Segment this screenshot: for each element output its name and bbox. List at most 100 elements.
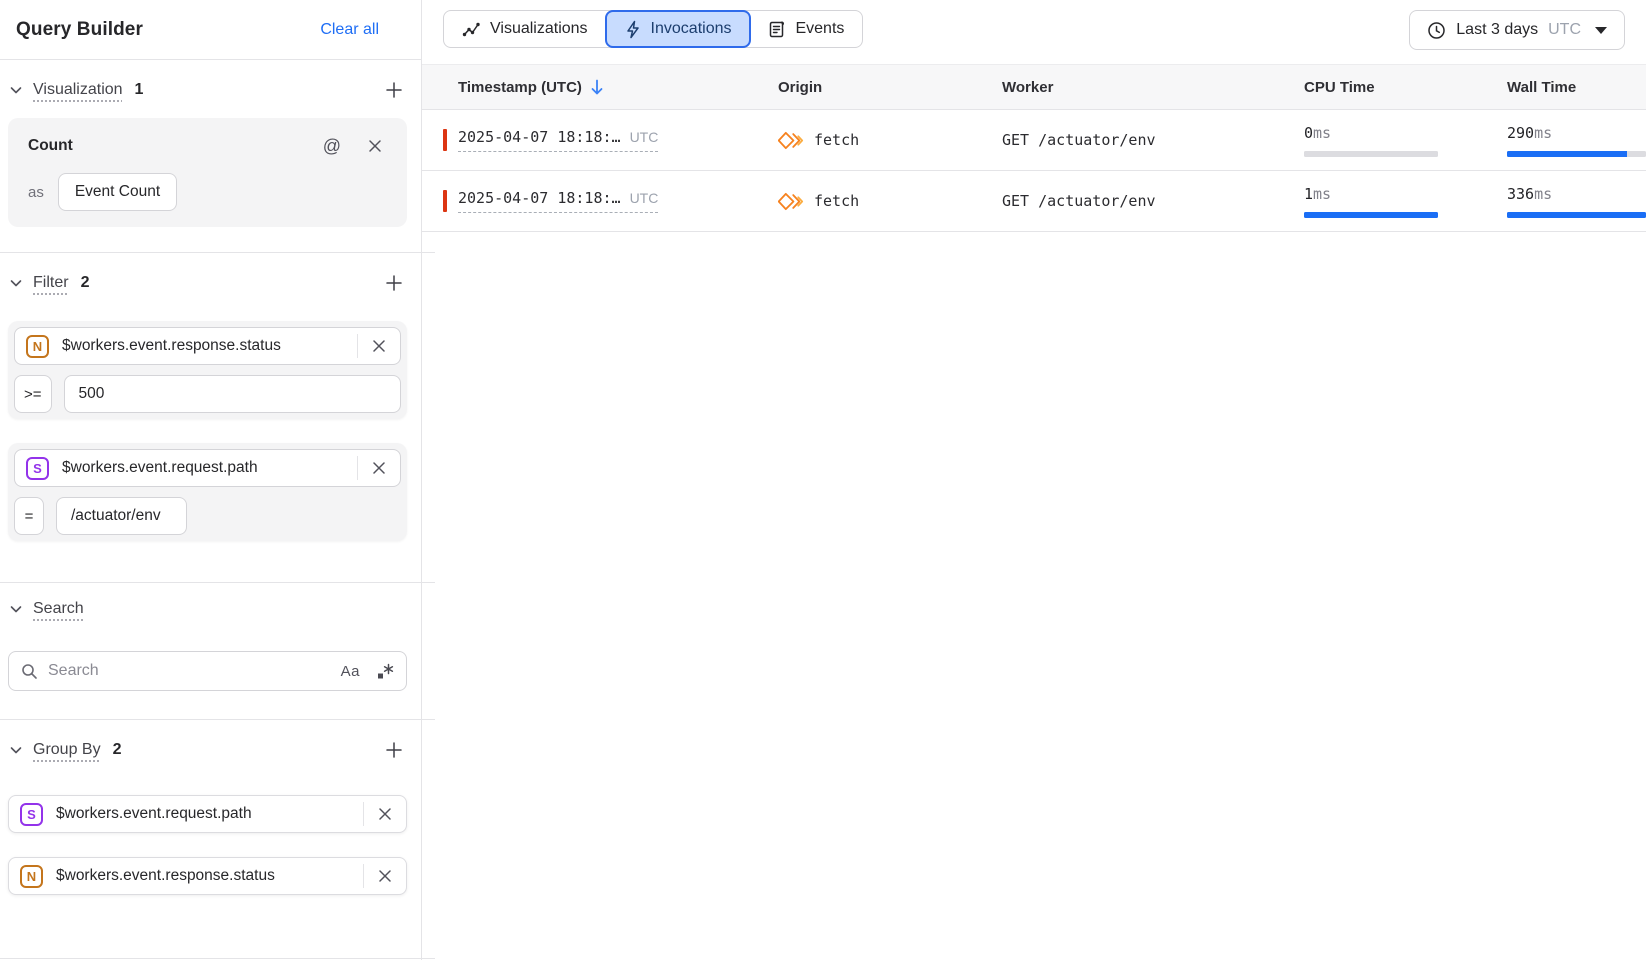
filter-count: 2 <box>81 274 90 292</box>
cpu-time-value: 1 <box>1304 185 1313 203</box>
column-header-worker[interactable]: Worker <box>1002 79 1304 96</box>
workers-fetch-icon <box>778 190 804 213</box>
results-panel: Visualizations Invocations Events <box>422 0 1646 960</box>
at-icon[interactable]: @ <box>323 136 341 157</box>
wall-time-bar <box>1507 212 1646 218</box>
chevron-down-icon[interactable] <box>8 742 24 758</box>
visualization-count: 1 <box>135 81 144 99</box>
filter-field-selector[interactable]: N $workers.event.response.status <box>14 327 401 365</box>
filter-label[interactable]: Filter <box>33 274 69 292</box>
add-visualization-button[interactable] <box>381 77 407 103</box>
time-range-zone: UTC <box>1548 21 1581 39</box>
column-header-timestamp[interactable]: Timestamp (UTC) <box>422 79 778 96</box>
wall-time-cell: 290ms <box>1507 124 1646 157</box>
timestamp-link[interactable]: 2025-04-07 18:18:… UTC <box>458 128 658 152</box>
chevron-down-icon[interactable] <box>8 275 24 291</box>
filter-operator[interactable]: >= <box>14 375 52 413</box>
timestamp: 2025-04-07 18:18:… <box>458 189 621 207</box>
trend-line-icon <box>462 20 481 39</box>
cpu-time-bar <box>1304 151 1438 157</box>
chevron-down-icon[interactable] <box>8 82 24 98</box>
match-case-icon[interactable]: Aa <box>341 663 360 680</box>
number-type-badge: N <box>26 335 49 358</box>
cpu-time-bar <box>1304 212 1438 218</box>
group-by-label[interactable]: Group By <box>33 741 101 759</box>
worker-value: GET /actuator/env <box>1002 131 1156 149</box>
group-by-field-name: $workers.event.request.path <box>56 805 252 823</box>
filter-operator[interactable]: = <box>14 497 44 535</box>
divider <box>357 334 358 358</box>
remove-group-by-button[interactable] <box>373 802 397 826</box>
filter-card: N $workers.event.response.status >= 500 <box>8 321 407 419</box>
filter-field-name: $workers.event.response.status <box>62 337 281 355</box>
search-label[interactable]: Search <box>33 600 84 618</box>
chevron-down-icon[interactable] <box>8 601 24 617</box>
query-builder-header: Query Builder Clear all <box>0 0 421 60</box>
timezone-tag: UTC <box>630 190 659 206</box>
add-filter-button[interactable] <box>381 270 407 296</box>
divider <box>363 864 364 888</box>
filter-field-selector[interactable]: S $workers.event.request.path <box>14 449 401 487</box>
number-type-badge: N <box>20 865 43 888</box>
filter-value-input[interactable]: 500 <box>64 375 401 413</box>
lightning-bolt-icon <box>625 20 642 39</box>
remove-filter-button[interactable] <box>367 334 391 358</box>
tab-label: Visualizations <box>490 20 588 38</box>
group-by-field-selector[interactable]: N $workers.event.response.status <box>8 857 407 895</box>
wall-time-value: 290 <box>1507 124 1534 142</box>
timestamp-link[interactable]: 2025-04-07 18:18:… UTC <box>458 189 658 213</box>
remove-filter-button[interactable] <box>367 456 391 480</box>
alias-field[interactable]: Event Count <box>58 173 177 211</box>
workers-fetch-icon <box>778 129 804 152</box>
document-lines-icon <box>768 20 786 39</box>
timestamp: 2025-04-07 18:18:… <box>458 128 621 146</box>
wall-time-bar <box>1507 151 1646 157</box>
cpu-time-cell: 1ms <box>1304 185 1507 218</box>
cpu-time-cell: 0ms <box>1304 124 1507 157</box>
column-label: Worker <box>1002 79 1053 96</box>
wall-time-cell: 336ms <box>1507 185 1646 218</box>
column-label: CPU Time <box>1304 79 1375 96</box>
remove-group-by-button[interactable] <box>373 864 397 888</box>
divider <box>0 958 435 959</box>
tab-events[interactable]: Events <box>750 11 862 47</box>
group-by-section-header: Group By 2 <box>8 720 407 776</box>
tab-visualizations[interactable]: Visualizations <box>444 11 606 47</box>
caret-down-icon <box>1595 27 1607 34</box>
invocation-row[interactable]: 2025-04-07 18:18:… UTC fetch GET /actuat… <box>422 110 1646 171</box>
time-range-label: Last 3 days <box>1456 21 1538 39</box>
origin-value: fetch <box>814 131 859 149</box>
remove-visualization-button[interactable] <box>363 134 387 158</box>
visualization-label[interactable]: Visualization <box>33 81 123 99</box>
column-header-cpu-time[interactable]: CPU Time <box>1304 79 1507 96</box>
clear-all-link[interactable]: Clear all <box>320 21 379 39</box>
tab-invocations[interactable]: Invocations <box>605 10 752 48</box>
unit-label: ms <box>1313 185 1331 203</box>
column-header-wall-time[interactable]: Wall Time <box>1507 79 1646 96</box>
cpu-time-value: 0 <box>1304 124 1313 142</box>
column-header-origin[interactable]: Origin <box>778 79 1002 96</box>
page-title: Query Builder <box>16 19 143 41</box>
origin-value: fetch <box>814 192 859 210</box>
unit-label: ms <box>1534 185 1552 203</box>
regex-icon[interactable] <box>376 662 394 680</box>
unit-label: ms <box>1534 124 1552 142</box>
filter-field-name: $workers.event.request.path <box>62 459 258 477</box>
search-input[interactable] <box>48 662 341 680</box>
divider <box>363 802 364 826</box>
add-group-by-button[interactable] <box>381 737 407 763</box>
clock-icon <box>1427 21 1446 40</box>
invocation-row[interactable]: 2025-04-07 18:18:… UTC fetch GET /actuat… <box>422 171 1646 232</box>
view-tabs: Visualizations Invocations Events <box>443 10 863 48</box>
tab-label: Events <box>795 20 844 38</box>
group-by-count: 2 <box>113 741 122 759</box>
search-section-header: Search <box>8 583 407 631</box>
group-by-field-selector[interactable]: S $workers.event.request.path <box>8 795 407 833</box>
filter-value-input[interactable]: /actuator/env <box>56 497 187 535</box>
string-type-badge: S <box>26 457 49 480</box>
worker-value: GET /actuator/env <box>1002 192 1156 210</box>
time-range-button[interactable]: Last 3 days UTC <box>1409 10 1625 50</box>
error-indicator <box>443 190 447 212</box>
results-toolbar: Visualizations Invocations Events <box>422 0 1646 64</box>
column-label: Wall Time <box>1507 79 1576 96</box>
